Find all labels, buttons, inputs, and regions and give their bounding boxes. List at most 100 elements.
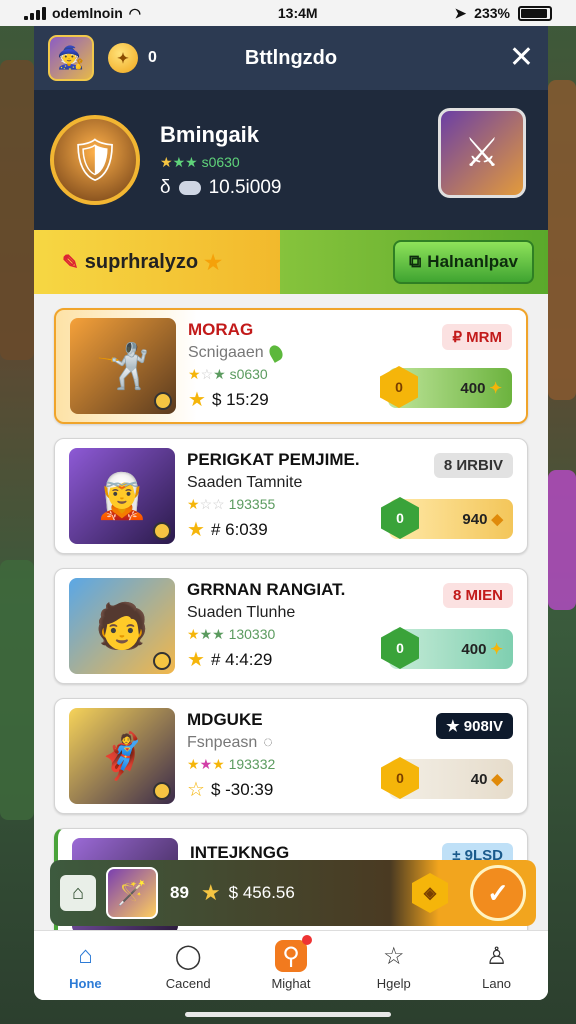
- gem-icon: 0: [381, 757, 419, 799]
- carrier-name: odemlnoin: [52, 5, 123, 21]
- player-name: Bmingaik: [160, 121, 260, 147]
- list-item[interactable]: 🦸 MDGUKE Fsnpeasn ◌ ★★★ 193332 ☆ $ -30:39 …: [54, 698, 528, 814]
- hero-name: GRRNAN RANGIAT.: [187, 580, 346, 599]
- location-icon: ➤: [454, 4, 467, 21]
- signal-icon: [24, 6, 46, 20]
- player-score: δ 10.5i009: [160, 176, 282, 198]
- buy-button[interactable]: 0 40 ◆: [381, 757, 513, 799]
- item-count: 89: [170, 883, 189, 902]
- battery-percent: 233%: [474, 5, 510, 21]
- list-item[interactable]: 🧑 GRRNAN RANGIAT. Suaden Tlunhe ★★★ 1303…: [54, 568, 528, 684]
- leaf-icon: [266, 343, 285, 363]
- status-badge: ₽ MRM: [442, 324, 512, 350]
- gem-icon: 0: [381, 627, 419, 669]
- tab-label: Cacend: [165, 976, 211, 991]
- person-icon: ♙: [485, 942, 508, 970]
- hero-avatar[interactable]: 🛡: [50, 115, 140, 205]
- clock: 13:4M: [277, 5, 318, 21]
- tab-map[interactable]: ⚲ Mighat: [251, 935, 331, 991]
- background-building: [548, 80, 576, 400]
- hero-subtitle: Suaden Tlunhe: [187, 604, 296, 621]
- user-avatar[interactable]: 🧙: [48, 35, 94, 81]
- home-icon[interactable]: ⌂: [60, 875, 96, 911]
- hero-thumbnail: 🧝: [69, 448, 175, 544]
- promo-banner: ✎ suprhralyzo ★ ⧉ Halnanlpav: [34, 230, 548, 294]
- promo-label: ✎ suprhralyzo ★: [34, 230, 304, 294]
- hero-thumbnail: 🤺: [70, 318, 176, 414]
- background-foliage: [0, 560, 34, 820]
- buy-button[interactable]: 0 400 ✦: [381, 627, 513, 669]
- hero-thumbnail: 🦸: [69, 708, 175, 804]
- rating-stars: ★★★ s0630: [160, 153, 240, 170]
- reward-icon: ✦: [489, 380, 502, 397]
- chat-bubble-icon: ◯: [174, 942, 202, 970]
- gem-icon: 0: [381, 497, 419, 539]
- buy-button[interactable]: 0 400 ✦: [380, 366, 512, 408]
- currency-icon: δ: [160, 176, 171, 198]
- wifi-icon: ◠: [128, 4, 141, 21]
- hero-portrait-icon: 🦸: [94, 732, 150, 781]
- gift-icon: ⧉: [409, 252, 422, 271]
- hero-name: PERIGKAT PEMJIME.: [187, 450, 360, 469]
- star-icon: ★: [200, 880, 221, 905]
- hero-portrait-icon: ⚔: [464, 131, 500, 175]
- hero-subtitle: Saaden Tamnite: [187, 474, 303, 491]
- hero-thumbnail: 🧑: [69, 578, 175, 674]
- checkmark-icon: ✓: [487, 877, 509, 908]
- hero-price: ★ # 4:4:29: [187, 649, 273, 671]
- buy-button[interactable]: 0 940 ◆: [381, 497, 513, 539]
- total-price: $ 456.56: [228, 883, 295, 902]
- hero-price: ☆ $ -30:39: [187, 779, 274, 801]
- close-button[interactable]: ✕: [509, 43, 534, 73]
- tab-label: Hgelp: [376, 976, 411, 991]
- hero-subtitle: Fsnpeasn ◌: [187, 734, 273, 751]
- hero-portrait-icon: 🛡: [68, 135, 122, 183]
- hero-subtitle: Scnigaaen: [188, 343, 285, 363]
- wand-icon: 🪄: [117, 879, 147, 907]
- hero-portrait-icon: 🧙: [57, 45, 85, 70]
- hero-portrait-icon: 🤺: [95, 342, 151, 391]
- hero-price: ★ $ 15:29: [188, 389, 269, 411]
- rating-stars: ★★★ 130330: [187, 626, 276, 642]
- list-item[interactable]: 🤺 MORAG Scnigaaen ★☆★ s0630 ★ $ 15:29 ₽ M…: [54, 308, 528, 424]
- tab-label: Lano: [482, 976, 512, 991]
- star-icon: ★: [204, 251, 223, 274]
- status-bar: odemlnoin ◠ 13:4M ➤ 233%: [0, 0, 576, 26]
- hero-name: MORAG: [188, 320, 254, 339]
- status-badge: 8 ИRBIV: [433, 453, 513, 478]
- tab-favorites[interactable]: ☆ Hgelp: [354, 940, 434, 992]
- featured-hero-portrait[interactable]: ⚔: [438, 108, 526, 198]
- confirm-button[interactable]: ✓: [470, 865, 526, 921]
- background-ornament: [548, 470, 576, 610]
- purchase-bar: ⌂ 🪄 89 ★ $ 456.56 ◈ ✓: [50, 860, 536, 926]
- star-outline-icon: ☆: [383, 942, 405, 970]
- rating-stars: ★☆★ s0630: [188, 366, 268, 382]
- top-bar: 🧙 ✦ 0 Bttlngzdo ✕: [34, 26, 548, 90]
- hero-name: MDGUKE: [187, 710, 263, 729]
- reward-icon: ✦: [490, 641, 503, 658]
- tab-home[interactable]: ⌂ Hone: [45, 940, 125, 991]
- leaf-icon: ◌: [263, 734, 273, 751]
- bottom-nav: ⌂ Hone ◯ Cacend ⚲ Mighat ☆ Hgelp ♙ Lano: [34, 930, 548, 1000]
- tab-chat[interactable]: ◯ Cacend: [148, 940, 228, 992]
- app-window: 🧙 ✦ 0 Bttlngzdo ✕ 🛡 Bmingaik ★★★ s0630 δ…: [34, 26, 548, 1000]
- status-badge: ★ 908IV: [436, 713, 513, 739]
- home-indicator[interactable]: [185, 1012, 391, 1017]
- token-icon: [178, 180, 201, 195]
- hero-price: ★ # 6:039: [187, 519, 268, 541]
- selected-item-thumbnail[interactable]: 🪄: [106, 867, 158, 919]
- reward-icon: ◆: [491, 511, 503, 528]
- gem-icon: ◈: [412, 873, 448, 913]
- profile-panel: 🛡 Bmingaik ★★★ s0630 δ 10.5i009 ⚔: [34, 90, 548, 230]
- rating-stars: ★★★ 193332: [187, 756, 276, 772]
- promo-button[interactable]: ⧉ Halnanlpav: [393, 240, 534, 284]
- gem-icon: 0: [380, 366, 418, 408]
- status-badge: 8 MIEN: [442, 583, 513, 608]
- tab-profile[interactable]: ♙ Lano: [457, 940, 537, 992]
- location-pin-icon: ⚲: [274, 935, 312, 972]
- list-item[interactable]: 🧝 PERIGKAT PEMJIME. Saaden Tamnite ★☆☆ 1…: [54, 438, 528, 554]
- hero-portrait-icon: 🧝: [94, 472, 150, 521]
- tab-label: Mighat: [271, 976, 311, 991]
- rating-stars: ★☆☆ 193355: [187, 496, 276, 512]
- coin-icon: ✦: [108, 43, 138, 73]
